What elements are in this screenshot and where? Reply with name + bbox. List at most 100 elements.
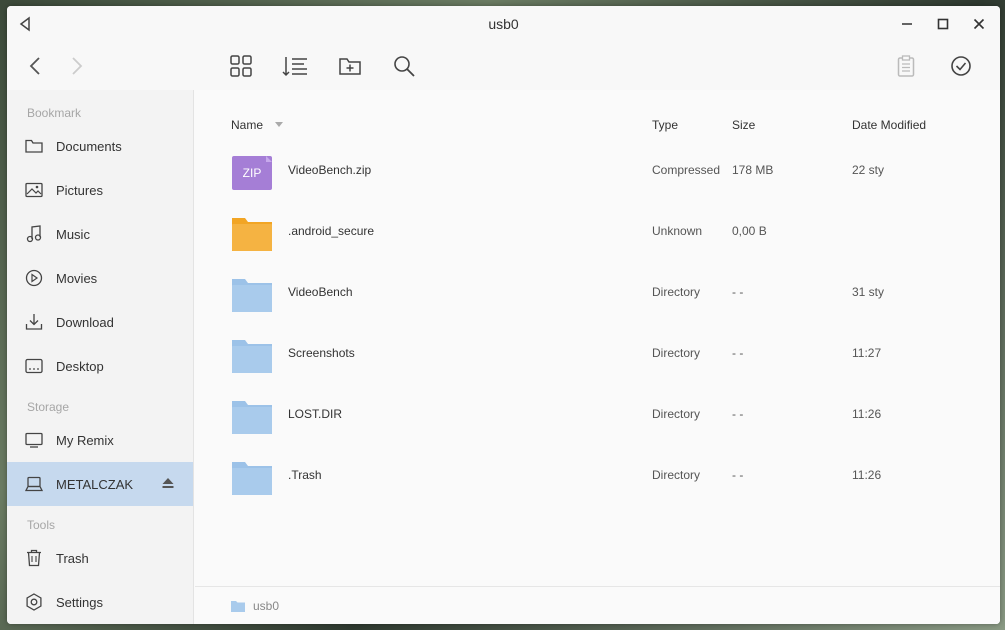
search-button[interactable]	[390, 52, 418, 80]
file-type: Directory	[652, 468, 701, 482]
sidebar-item-label: Trash	[56, 550, 89, 566]
sort-button[interactable]	[281, 52, 309, 80]
sidebar-item-movies[interactable]: Movies	[7, 256, 193, 300]
file-size: - -	[732, 285, 744, 299]
drive-icon	[25, 475, 43, 493]
file-name: .Trash	[288, 468, 322, 482]
sidebar-item-label: My Remix	[56, 432, 114, 448]
eject-icon[interactable]	[161, 476, 175, 490]
column-header-type[interactable]: Type	[652, 118, 678, 132]
collapse-sidebar-icon[interactable]	[17, 16, 33, 32]
sidebar-item-label: Desktop	[56, 358, 104, 374]
file-row[interactable]: VideoBench Directory - - 31 sty	[195, 265, 1000, 326]
file-date-modified: 22 sty	[852, 163, 885, 177]
file-list-pane: Name Type Size Date Modified ZIP VideoBen…	[195, 90, 1000, 624]
file-size: - -	[732, 468, 744, 482]
file-row[interactable]: LOST.DIR Directory - - 11:26	[195, 387, 1000, 448]
sidebar-item-my-remix[interactable]: My Remix	[7, 418, 193, 462]
column-header-name-label: Name	[231, 118, 264, 132]
section-label-tools: Tools	[27, 518, 56, 532]
close-button[interactable]	[968, 14, 990, 34]
toolbar	[7, 42, 1000, 90]
sidebar-item-label: Download	[56, 314, 114, 330]
folder-icon	[232, 279, 272, 312]
folder-icon	[231, 600, 245, 612]
file-size: - -	[732, 346, 744, 360]
sidebar-item-trash[interactable]: Trash	[7, 536, 193, 580]
search-icon	[394, 56, 415, 77]
column-header-date[interactable]: Date Modified	[852, 118, 926, 132]
file-date-modified: 11:27	[852, 346, 882, 360]
sidebar-item-label: Settings	[56, 594, 103, 610]
minimize-button[interactable]	[896, 14, 918, 34]
sidebar-item-label: Pictures	[56, 182, 103, 198]
sidebar-item-label: Movies	[56, 270, 98, 286]
folder-icon	[232, 340, 272, 373]
file-manager-window: usb0 Bookmark Documents Pictures Music M…	[7, 6, 1000, 624]
sidebar-item-label: Documents	[56, 138, 122, 154]
file-date-modified: 11:26	[852, 468, 882, 482]
file-name: VideoBench	[288, 285, 353, 299]
folder-icon	[25, 137, 43, 155]
maximize-icon	[937, 18, 949, 30]
folder-icon	[232, 401, 272, 434]
section-label-storage: Storage	[27, 400, 70, 414]
file-type: Directory	[652, 407, 701, 421]
image-icon	[25, 181, 43, 199]
file-date-modified: 11:26	[852, 407, 882, 421]
folder-icon	[232, 218, 272, 251]
zip-badge-text: ZIP	[243, 166, 262, 180]
monitor-icon	[25, 431, 43, 449]
grid-view-button[interactable]	[227, 52, 255, 80]
trash-icon	[25, 549, 43, 567]
new-folder-button[interactable]	[336, 52, 364, 80]
sidebar-item-label: METALCZAK	[56, 476, 134, 492]
section-label-bookmark: Bookmark	[27, 106, 82, 120]
status-path: usb0	[253, 598, 280, 613]
close-icon	[973, 18, 985, 30]
file-size: - -	[732, 407, 744, 421]
title-bar: usb0	[7, 6, 1000, 42]
sidebar-item-pictures[interactable]: Pictures	[7, 168, 193, 212]
zip-file-icon: ZIP	[232, 156, 272, 190]
column-header-name[interactable]: Name	[231, 118, 283, 132]
select-mode-button[interactable]	[947, 52, 975, 80]
play-circle-icon	[25, 269, 43, 287]
sidebar-item-music[interactable]: Music	[7, 212, 193, 256]
check-circle-icon	[951, 56, 971, 76]
status-bar: usb0	[195, 586, 1000, 624]
file-type: Directory	[652, 346, 701, 360]
file-row[interactable]: Screenshots Directory - - 11:27	[195, 326, 1000, 387]
file-size: 178 MB	[732, 163, 774, 177]
sidebar-item-download[interactable]: Download	[7, 300, 193, 344]
window-title: usb0	[488, 16, 519, 32]
folder-icon	[232, 462, 272, 495]
sidebar-item-metalczak[interactable]: METALCZAK	[7, 462, 193, 506]
file-name: LOST.DIR	[288, 407, 343, 421]
sidebar-item-desktop[interactable]: Desktop	[7, 344, 193, 388]
settings-icon	[25, 593, 43, 611]
column-header-size[interactable]: Size	[732, 118, 755, 132]
sidebar: Bookmark Documents Pictures Music Movies	[7, 90, 194, 624]
clipboard-icon	[897, 55, 915, 77]
file-size: 0,00 B	[732, 224, 767, 238]
file-row[interactable]: ZIP VideoBench.zip Compressed 178 MB 22 sty	[195, 143, 1000, 204]
file-name: Screenshots	[288, 346, 355, 360]
sort-icon	[282, 57, 307, 77]
grid-view-icon	[230, 55, 252, 77]
file-type: Unknown	[652, 224, 703, 238]
file-type: Compressed	[652, 163, 721, 177]
clipboard-button[interactable]	[892, 52, 920, 80]
download-icon	[25, 313, 43, 331]
back-button[interactable]	[21, 52, 49, 80]
desktop-icon	[25, 357, 43, 375]
music-note-icon	[25, 225, 43, 243]
file-row[interactable]: .android_secure Unknown 0,00 B	[195, 204, 1000, 265]
sidebar-item-settings[interactable]: Settings	[7, 580, 193, 624]
file-list-header: Name Type Size Date Modified	[195, 118, 1000, 136]
maximize-button[interactable]	[932, 14, 954, 34]
sidebar-item-documents[interactable]: Documents	[7, 124, 193, 168]
forward-button[interactable]	[63, 52, 91, 80]
sidebar-item-label: Music	[56, 226, 90, 242]
file-row[interactable]: .Trash Directory - - 11:26	[195, 448, 1000, 509]
